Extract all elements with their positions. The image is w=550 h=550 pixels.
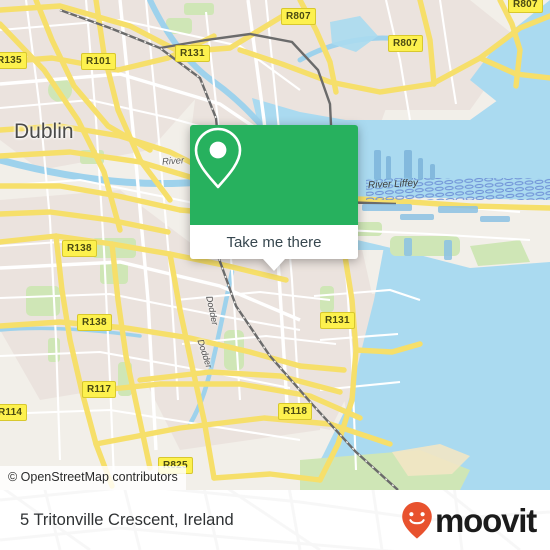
location-callout[interactable]: Take me there xyxy=(190,125,358,271)
moovit-pin-icon xyxy=(402,502,432,539)
road-shield: R131 xyxy=(175,45,210,62)
moovit-brand[interactable]: moovit xyxy=(400,490,537,550)
osm-attribution[interactable]: © OpenStreetMap contributors xyxy=(0,466,186,490)
road-shield: R131 xyxy=(320,312,355,329)
footer-bar: 5 Tritonville Crescent, Ireland moovit xyxy=(0,490,550,550)
map-label-dublin: Dublin xyxy=(14,120,74,143)
road-shield: R135 xyxy=(0,52,27,69)
callout-header xyxy=(190,125,358,225)
road-shield: R117 xyxy=(82,381,117,398)
road-shield: R807 xyxy=(388,35,423,52)
map-canvas[interactable]: Dublin River River Liffey Dodder Dodder … xyxy=(0,0,550,490)
road-shield: R114 xyxy=(0,404,28,421)
road-shield: R807 xyxy=(281,8,316,25)
road-shield: R118 xyxy=(278,403,313,420)
address-label: 5 Tritonville Crescent, Ireland xyxy=(20,510,234,529)
map-pin-icon xyxy=(194,127,242,189)
callout-tail xyxy=(263,259,285,271)
road-shield: R138 xyxy=(62,240,97,257)
road-shield: R101 xyxy=(81,53,116,70)
road-shield: R807 xyxy=(508,0,543,13)
road-shield: R138 xyxy=(77,314,112,331)
moovit-wordmark: moovit xyxy=(435,501,537,539)
map-label-river: River xyxy=(161,155,185,168)
take-me-there-button[interactable]: Take me there xyxy=(190,225,358,259)
map-screenshot: Dublin River River Liffey Dodder Dodder … xyxy=(0,0,550,550)
